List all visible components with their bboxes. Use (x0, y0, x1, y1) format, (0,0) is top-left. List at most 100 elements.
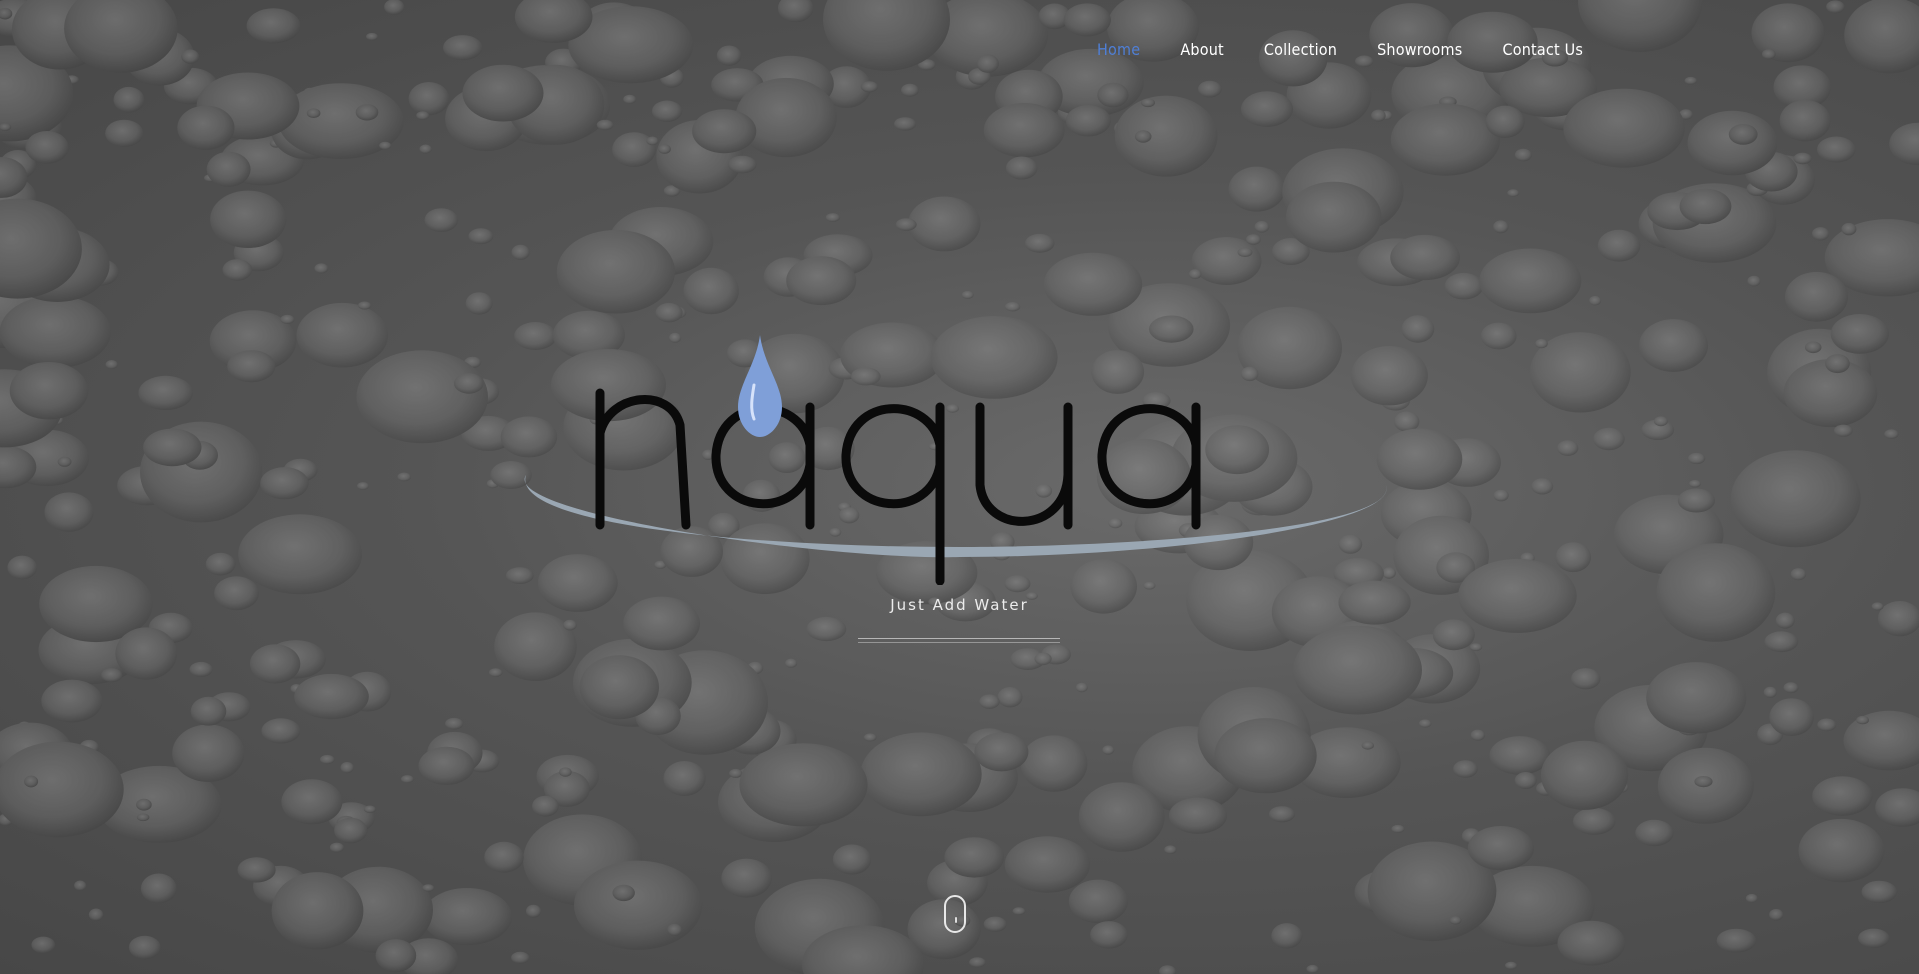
water-drop (777, 0, 814, 23)
water-drop (363, 805, 376, 813)
water-drop (1557, 440, 1579, 456)
hero-section: Home About Collection Showrooms Contact … (0, 0, 1919, 974)
water-drop (7, 555, 37, 580)
water-drop (1656, 543, 1776, 642)
water-drop (1540, 740, 1629, 810)
water-drop (1159, 965, 1176, 974)
water-drop (1505, 961, 1518, 970)
water-drop (511, 244, 530, 260)
water-drop (281, 779, 343, 825)
water-drop (511, 951, 530, 964)
water-drop (1068, 879, 1128, 924)
water-drop (1572, 807, 1616, 835)
water-drop (445, 717, 464, 730)
water-drop (136, 798, 152, 811)
water-drop (397, 472, 412, 482)
water-drop (1075, 682, 1088, 693)
water-drop (623, 94, 637, 104)
water-drop (944, 837, 1004, 878)
water-drop (1063, 3, 1111, 37)
water-drop (0, 295, 111, 369)
water-drop (655, 303, 683, 323)
water-drop (306, 108, 321, 118)
water-drop (860, 81, 879, 93)
water-drop (574, 860, 703, 950)
logo-swoosh (524, 475, 1387, 558)
water-drop (177, 105, 235, 150)
water-drop (1694, 776, 1713, 788)
water-drop (1830, 314, 1889, 354)
water-drop (1535, 338, 1548, 349)
water-drop (1268, 806, 1296, 823)
water-drop (25, 131, 69, 164)
water-drop (356, 350, 489, 444)
water-drop (1024, 233, 1055, 253)
water-drop (1843, 710, 1919, 771)
water-drop (1390, 234, 1460, 281)
water-drop (1141, 98, 1155, 108)
water-drop (563, 619, 577, 631)
water-drop (525, 904, 542, 918)
water-drop (408, 82, 450, 116)
nav-contact-us[interactable]: Contact Us (1502, 40, 1583, 59)
water-drop (692, 109, 757, 154)
water-drop (260, 467, 309, 500)
water-drop (1779, 99, 1831, 142)
water-drop (227, 350, 276, 383)
water-drop (1467, 826, 1534, 871)
water-drop (205, 552, 236, 576)
water-drop (1833, 424, 1853, 437)
water-drop (355, 104, 379, 121)
water-drop (1563, 88, 1685, 168)
scroll-wheel (955, 917, 957, 923)
nav-home[interactable]: Home (1097, 40, 1140, 59)
water-drop (1237, 247, 1253, 257)
water-drop (658, 144, 671, 154)
water-drop (1689, 480, 1701, 488)
water-drop (319, 754, 335, 765)
water-drop (1214, 718, 1317, 794)
water-drop (651, 100, 683, 122)
water-drop (74, 880, 87, 891)
water-drop (1493, 220, 1509, 234)
water-drop (488, 668, 503, 677)
water-drop (1254, 221, 1270, 233)
water-drop (1453, 760, 1478, 778)
water-drop (271, 872, 364, 950)
water-drop (1783, 682, 1799, 694)
water-drop (1856, 715, 1869, 725)
water-drop (249, 644, 301, 684)
water-drop (465, 292, 493, 315)
water-drop (1391, 824, 1405, 833)
water-drop (462, 64, 544, 122)
water-drop (1716, 928, 1757, 953)
water-drop (358, 301, 372, 310)
water-drop (1858, 928, 1890, 948)
water-drop (1245, 234, 1261, 245)
water-drop (128, 935, 161, 960)
mouse-scroll-icon[interactable] (944, 895, 966, 933)
water-drop (1812, 227, 1830, 241)
nav-about[interactable]: About (1180, 40, 1224, 59)
water-drop (663, 761, 706, 796)
water-drop (974, 732, 1029, 772)
water-drop (1557, 920, 1626, 966)
water-drop (419, 144, 432, 154)
water-drop (1514, 772, 1537, 789)
water-drop (997, 687, 1023, 708)
water-drop (1589, 295, 1602, 306)
water-drop (860, 732, 982, 817)
water-drop (894, 117, 917, 131)
water-drop (785, 658, 798, 668)
water-drop (1469, 643, 1483, 651)
water-drop (1489, 736, 1550, 775)
water-drop (1817, 718, 1837, 732)
water-drop (143, 428, 202, 467)
water-drop (115, 627, 177, 680)
water-drop (189, 661, 213, 677)
water-drop (296, 302, 389, 368)
nav-collection[interactable]: Collection (1264, 40, 1337, 59)
water-drop (24, 775, 39, 788)
nav-showrooms[interactable]: Showrooms (1377, 40, 1462, 59)
water-drop (983, 916, 1007, 932)
